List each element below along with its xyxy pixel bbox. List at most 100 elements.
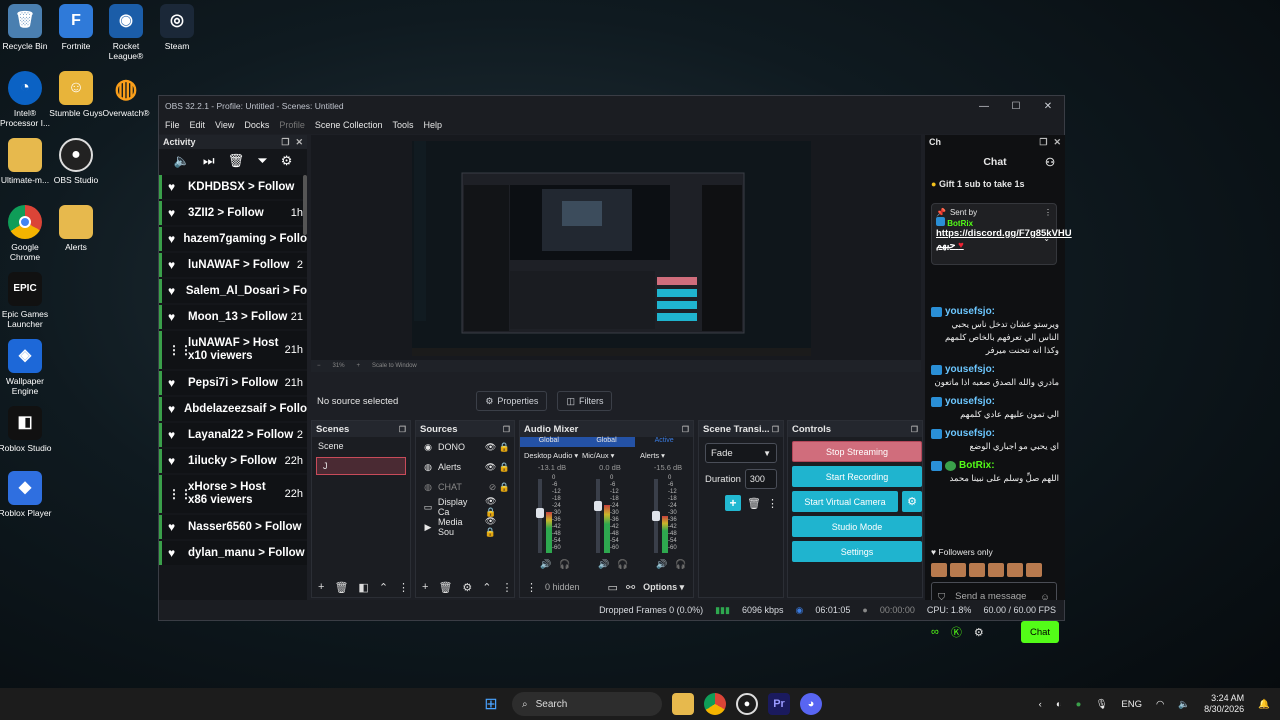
scale-mode[interactable]: Scale to Window [372,363,417,369]
close-icon[interactable]: ✕ [295,137,303,148]
menu-file[interactable]: File [165,120,180,130]
chat-message[interactable]: yousefsjo: الي تمون عليهم عادي كلمهم [931,395,1059,421]
users-icon[interactable]: ⚇ [1045,156,1055,169]
emote-icon[interactable] [931,563,947,577]
float-icon[interactable]: ❐ [503,425,510,434]
desktop-icon-rocket-league[interactable]: ◉ Rocket League® [98,4,154,61]
menu-scene-collection[interactable]: Scene Collection [315,120,383,130]
desktop-icon-alerts[interactable]: Alerts [48,205,104,252]
menu-tools[interactable]: Tools [392,120,413,130]
menu-edit[interactable]: Edit [190,120,206,130]
eye-icon[interactable]: 👁 🔒 [485,442,510,453]
chevron-up-icon[interactable]: ⌃ [379,581,388,594]
obs-icon[interactable]: ● [736,693,758,715]
gift-banner[interactable]: ● Gift 1 sub to take 1s [925,175,1065,193]
speaker-icon[interactable]: 🔊 [598,559,609,570]
settings-button[interactable]: Settings [792,541,922,562]
add-icon[interactable]: + [422,581,428,593]
skip-icon[interactable]: ⏭ [203,153,215,169]
volume-icon[interactable]: 🔈 [174,153,190,169]
channel-name[interactable]: Alerts ▾ [640,449,696,461]
emote-icon[interactable] [950,563,966,577]
speaker-icon[interactable]: 🔊 [540,559,551,570]
kick-icon[interactable]: Ⓚ [951,624,962,640]
options-button[interactable]: Options ▾ [643,582,684,593]
more-icon[interactable]: ⋮ [398,581,409,594]
eye-icon[interactable]: 👁 🔒 [485,496,510,518]
activity-item[interactable]: ♥ dylan_manu > Follow [159,541,307,565]
desktop-icon-intel[interactable]: ◔ Intel® Processor I... [0,71,53,128]
desktop-icon-chrome[interactable]: Google Chrome [0,205,53,262]
desktop-icon-roblox-player[interactable]: ◆ Roblox Player [0,471,53,518]
headphones-icon[interactable]: 🎧 [617,559,628,570]
start-recording-button[interactable]: Start Recording [792,466,922,487]
more-icon[interactable]: ⋮ [526,581,537,594]
desktop-icon-overwatch[interactable]: ◍ Overwatch® [98,71,154,118]
notification-icon[interactable]: 🔔 [1258,699,1270,710]
zoom-in-icon[interactable]: + [357,363,361,369]
channel-name[interactable]: Desktop Audio ▾ [524,449,580,461]
scrollbar[interactable] [303,175,307,235]
desktop-icon-fortnite[interactable]: F Fortnite [48,4,104,51]
properties-button[interactable]: ⚙ Properties [476,391,548,411]
float-icon[interactable]: ❐ [682,425,689,434]
trash-icon[interactable]: 🗑 [747,497,761,510]
source-item[interactable]: ▶ Media Sou 👁 🔒 [416,516,514,537]
desktop-icon-stumble-guys[interactable]: ☺ Stumble Guys [48,71,104,118]
activity-item[interactable]: ♥ 1ilucky > Follow 22h [159,449,307,473]
emote-icon[interactable] [988,563,1004,577]
activity-item[interactable]: ♥ Abdelazeezsaif > Follo [159,397,307,421]
volume-fader[interactable] [536,479,544,553]
chevron-up-icon[interactable]: ⌃ [482,581,491,594]
more-icon[interactable]: ⋮ [767,497,778,510]
source-item[interactable]: ◍ Alerts 👁 🔒 [416,457,514,477]
mic-icon[interactable]: 🎙 [1095,699,1107,710]
activity-item[interactable]: ♥ KDHDBSX > Follow [159,175,307,199]
emote-icon[interactable] [1026,563,1042,577]
menu-help[interactable]: Help [423,120,442,130]
activity-item[interactable]: ♥ hazem7gaming > Follo [159,227,307,251]
preview-canvas[interactable] [412,141,811,356]
menu-docks[interactable]: Docks [244,120,269,130]
activity-item[interactable]: ♥ luNAWAF > Follow 2 [159,253,307,277]
desktop-icon-epic[interactable]: EPIC Epic Games Launcher [0,272,53,329]
transition-select[interactable]: Fade ▼ [705,443,777,463]
menu-profile[interactable]: Profile [279,120,305,130]
chat-message[interactable]: yousefsjo: مادري والله الصدق صعبه اذا مات… [931,363,1059,389]
speaker-icon[interactable]: 🔊 [656,559,667,570]
desktop-icon-wallpaper-engine[interactable]: ◈ Wallpaper Engine [0,339,53,396]
activity-item[interactable]: ♥ 3ZII2 > Follow 1h [159,201,307,225]
taskbar-search[interactable]: ⌕ Search [512,692,662,716]
eye-icon[interactable]: 👁 🔒 [485,462,510,473]
language-indicator[interactable]: ENG [1121,699,1142,710]
volume-fader[interactable] [652,479,660,553]
source-item[interactable]: ◍ CHAT ⊘ 🔒 [416,477,514,497]
gear-icon[interactable]: ⚙ [281,153,293,169]
pinned-message[interactable]: 📌 Sent by ⋮ BotRix https://discord.gg/F7g8… [931,203,1072,265]
chrome-icon[interactable] [704,693,726,715]
activity-item[interactable]: ♥ Moon_13 > Follow 21 [159,305,307,329]
channel-name[interactable]: Mic/Aux ▾ [582,449,638,461]
discord-icon[interactable]: ◕ [800,693,822,715]
chat-message[interactable]: yousefsjo: اي يحبي مو اجباري الوضع [931,427,1059,453]
studio-mode-button[interactable]: Studio Mode [792,516,922,537]
layout-icon[interactable]: ▭ [608,581,618,594]
activity-item[interactable]: ♥ Pepsi7i > Follow 21h [159,371,307,395]
filters-button[interactable]: ◫ Filters [557,391,613,411]
filter-icon[interactable]: ⏷ [257,153,267,169]
float-icon[interactable]: ❐ [911,425,918,434]
close-icon[interactable]: ✕ [1032,101,1064,112]
menu-view[interactable]: View [215,120,234,130]
activity-item[interactable]: ♥ Salem_Al_Dosari > Fo [159,279,307,303]
desktop-icon-roblox-studio[interactable]: ◧ Roblox Studio [0,406,53,453]
emote-icon[interactable] [969,563,985,577]
float-icon[interactable]: ❐ [772,425,779,434]
activity-item[interactable]: ⋮⋮ luNAWAF > Host x10 viewers 21h [159,331,307,369]
desktop-icon-steam[interactable]: ◎ Steam [149,4,205,51]
scene-item-selected[interactable]: J [316,457,406,475]
fader-knob[interactable] [536,508,544,518]
desktop-icon-ultimate[interactable]: Ultimate-m... [0,138,53,185]
headphones-icon[interactable]: 🎧 [559,559,570,570]
desktop-icon-obs[interactable]: ● OBS Studio [48,138,104,185]
activity-item[interactable]: ♥ Layanal22 > Follow 2 [159,423,307,447]
